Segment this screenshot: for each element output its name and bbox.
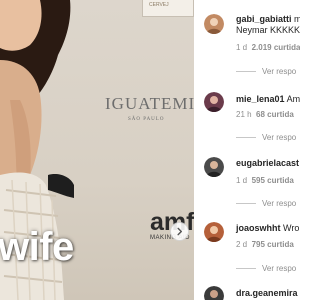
comment-body: Wro (283, 223, 300, 233)
comment-likes[interactable]: 595 curtida (252, 176, 294, 185)
comment-meta: 1 d 595 curtida (236, 176, 294, 185)
replies-divider (236, 268, 256, 270)
view-replies-button[interactable]: Ver respo (236, 264, 296, 273)
comment-username[interactable]: eugabrielacast (236, 158, 299, 168)
comment-username[interactable]: gabi_gabiatti (236, 14, 292, 24)
view-replies-button[interactable]: Ver respo (236, 67, 296, 76)
chevron-right-icon (177, 227, 183, 236)
comment-likes[interactable]: 795 curtida (252, 240, 294, 249)
comment-likes[interactable]: 2.019 curtida (252, 43, 300, 52)
comment-time: 2 d (236, 240, 248, 249)
avatar[interactable] (204, 157, 224, 177)
replies-divider (236, 137, 256, 139)
comment-time: 1 d (236, 43, 248, 52)
comment-text: dra.geanemira (236, 288, 298, 299)
replies-divider (236, 71, 256, 73)
comment-text: joaoswhht Wro (236, 223, 299, 234)
view-replies-label: Ver respo (262, 67, 297, 76)
comment-meta: 2 d 795 curtida (236, 240, 294, 249)
comment-time: 21 h (236, 110, 252, 119)
comment-likes[interactable]: 68 curtida (256, 110, 294, 119)
comment-meta: 21 h 68 curtida (236, 110, 294, 119)
view-replies-label: Ver respo (262, 133, 297, 142)
comment-meta: 1 d 2.019 curtida (236, 43, 300, 52)
avatar[interactable] (204, 14, 224, 34)
comment-username[interactable]: mie_lena01 (236, 94, 285, 104)
comment-username[interactable]: joaoswhht (236, 223, 281, 233)
comment-body: m (294, 14, 300, 24)
comment-username[interactable]: dra.geanemira (236, 288, 298, 298)
view-replies-label: Ver respo (262, 264, 297, 273)
comment-body: Am (286, 94, 300, 104)
next-photo-button[interactable] (170, 222, 189, 241)
comment-text: gabi_gabiatti m (236, 14, 300, 25)
photo-caption: wife (0, 225, 74, 269)
avatar[interactable] (204, 92, 224, 112)
view-replies-button[interactable]: Ver respo (236, 199, 296, 208)
post-photo[interactable]: CERVEJ IGUATEMI SÃO PAULO amf MAKING AID… (0, 0, 194, 300)
comment-body-line2: Neymar KKKKK (236, 25, 300, 35)
comment-time: 1 d (236, 176, 248, 185)
comments-panel[interactable]: gabi_gabiatti m Neymar KKKKK 1 d 2.019 c… (194, 0, 300, 300)
view-replies-button[interactable]: Ver respo (236, 133, 296, 142)
avatar[interactable] (204, 286, 224, 300)
view-replies-label: Ver respo (262, 199, 297, 208)
replies-divider (236, 203, 256, 205)
avatar[interactable] (204, 222, 224, 242)
comment-text: mie_lena01 Am (236, 94, 300, 105)
comment-text: eugabrielacast (236, 158, 299, 169)
